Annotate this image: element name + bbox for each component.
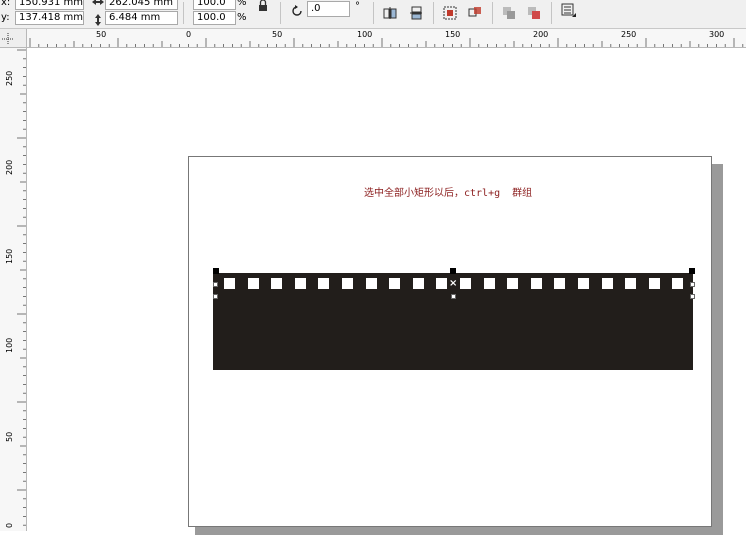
selection-handle-top-left[interactable] xyxy=(213,268,219,274)
property-bar: x: 150.931 mm y: 137.418 mm 262.045 mm 6… xyxy=(0,0,746,29)
x-position-field[interactable]: 150.931 mm xyxy=(15,0,84,10)
film-hole-rectangle[interactable] xyxy=(271,278,283,289)
ruler-label: 0 xyxy=(5,522,14,528)
vertical-ruler[interactable]: 250 200 150 100 50 0 xyxy=(0,48,27,531)
film-hole-rectangle[interactable] xyxy=(342,278,353,289)
ruler-label: 50 xyxy=(272,30,283,39)
film-hole-rectangle[interactable] xyxy=(318,278,330,289)
ruler-label: 50 xyxy=(96,30,107,39)
ruler-label: 200 xyxy=(5,159,14,175)
width-icon xyxy=(91,0,105,11)
ruler-label: 100 xyxy=(5,337,14,353)
ruler-origin[interactable] xyxy=(0,29,27,48)
width-field[interactable]: 262.045 mm xyxy=(105,0,178,10)
separator xyxy=(492,2,493,24)
separator xyxy=(433,2,434,24)
film-hole-rectangle[interactable] xyxy=(672,278,684,289)
scale-x-field[interactable]: 100.0 xyxy=(193,0,236,10)
instruction-text[interactable]: 选中全部小矩形以后，ctrl+g 群组 xyxy=(364,184,532,199)
film-hole-rectangle[interactable] xyxy=(530,278,542,289)
separator xyxy=(280,2,281,24)
selection-handle-top-center[interactable] xyxy=(450,268,456,274)
separator xyxy=(551,2,552,24)
break-apart-icon[interactable] xyxy=(527,5,541,19)
ruler-label: 300 xyxy=(709,30,725,39)
film-hole-rectangle[interactable] xyxy=(648,278,660,289)
y-position-field[interactable]: 137.418 mm xyxy=(15,11,84,25)
wrap-text-icon[interactable] xyxy=(561,3,576,17)
rotate-icon xyxy=(290,3,304,17)
selection-handle-bottom-left[interactable] xyxy=(213,294,218,299)
mirror-horizontal-icon[interactable] xyxy=(383,5,397,19)
ruler-label: 150 xyxy=(445,30,461,39)
percent-x-label: % xyxy=(237,0,247,8)
degree-label: ° xyxy=(355,1,360,12)
group-icon[interactable] xyxy=(443,5,457,20)
horizontal-ruler[interactable]: 50 0 50 100 150 200 250 300 xyxy=(27,29,746,48)
y-label: y: xyxy=(1,12,10,23)
film-hole-rectangle[interactable] xyxy=(625,278,637,289)
ruler-label: 50 xyxy=(5,431,14,442)
film-hole-rectangle[interactable] xyxy=(224,278,235,289)
separator xyxy=(183,2,184,24)
film-hole-rectangle[interactable] xyxy=(294,278,306,289)
selection-center-marker[interactable]: × xyxy=(449,279,457,289)
x-label: x: xyxy=(1,0,11,8)
scale-y-field[interactable]: 100.0 xyxy=(193,11,236,25)
selection-handle-middle-right[interactable] xyxy=(690,282,695,287)
ungroup-icon[interactable] xyxy=(468,5,482,19)
vertical-ruler-ticks xyxy=(17,49,26,526)
lock-ratio-icon[interactable] xyxy=(256,0,270,12)
film-hole-rectangle[interactable] xyxy=(507,278,519,289)
film-hole-rectangle[interactable] xyxy=(365,278,377,289)
mirror-vertical-icon[interactable] xyxy=(409,5,423,20)
separator xyxy=(373,2,374,24)
height-icon xyxy=(91,12,105,26)
ruler-label: 250 xyxy=(621,30,637,39)
combine-icon[interactable] xyxy=(502,5,516,19)
percent-y-label: % xyxy=(237,12,247,23)
film-hole-rectangle[interactable] xyxy=(460,278,471,289)
height-field[interactable]: 6.484 mm xyxy=(105,11,178,25)
ruler-label: 0 xyxy=(186,30,192,39)
ruler-label: 150 xyxy=(5,248,14,264)
ruler-label: 100 xyxy=(357,30,373,39)
ruler-label: 200 xyxy=(533,30,549,39)
selection-handle-top-right[interactable] xyxy=(689,268,695,274)
film-hole-rectangle[interactable] xyxy=(578,278,589,289)
film-hole-rectangle[interactable] xyxy=(483,278,495,289)
film-hole-rectangle[interactable] xyxy=(601,278,613,289)
film-hole-rectangle[interactable] xyxy=(412,278,424,289)
selection-handle-middle-left[interactable] xyxy=(213,282,218,287)
horizontal-ruler-ticks xyxy=(29,38,744,47)
film-hole-rectangle[interactable] xyxy=(436,278,448,289)
film-hole-rectangle[interactable] xyxy=(554,278,566,289)
rotation-field[interactable]: .0 xyxy=(307,1,350,17)
selection-handle-bottom-right[interactable] xyxy=(690,294,695,299)
film-hole-rectangle[interactable] xyxy=(247,278,259,289)
selection-handle-bottom-center[interactable] xyxy=(451,294,456,299)
ruler-label: 250 xyxy=(5,70,14,86)
film-hole-rectangle[interactable] xyxy=(389,278,401,289)
